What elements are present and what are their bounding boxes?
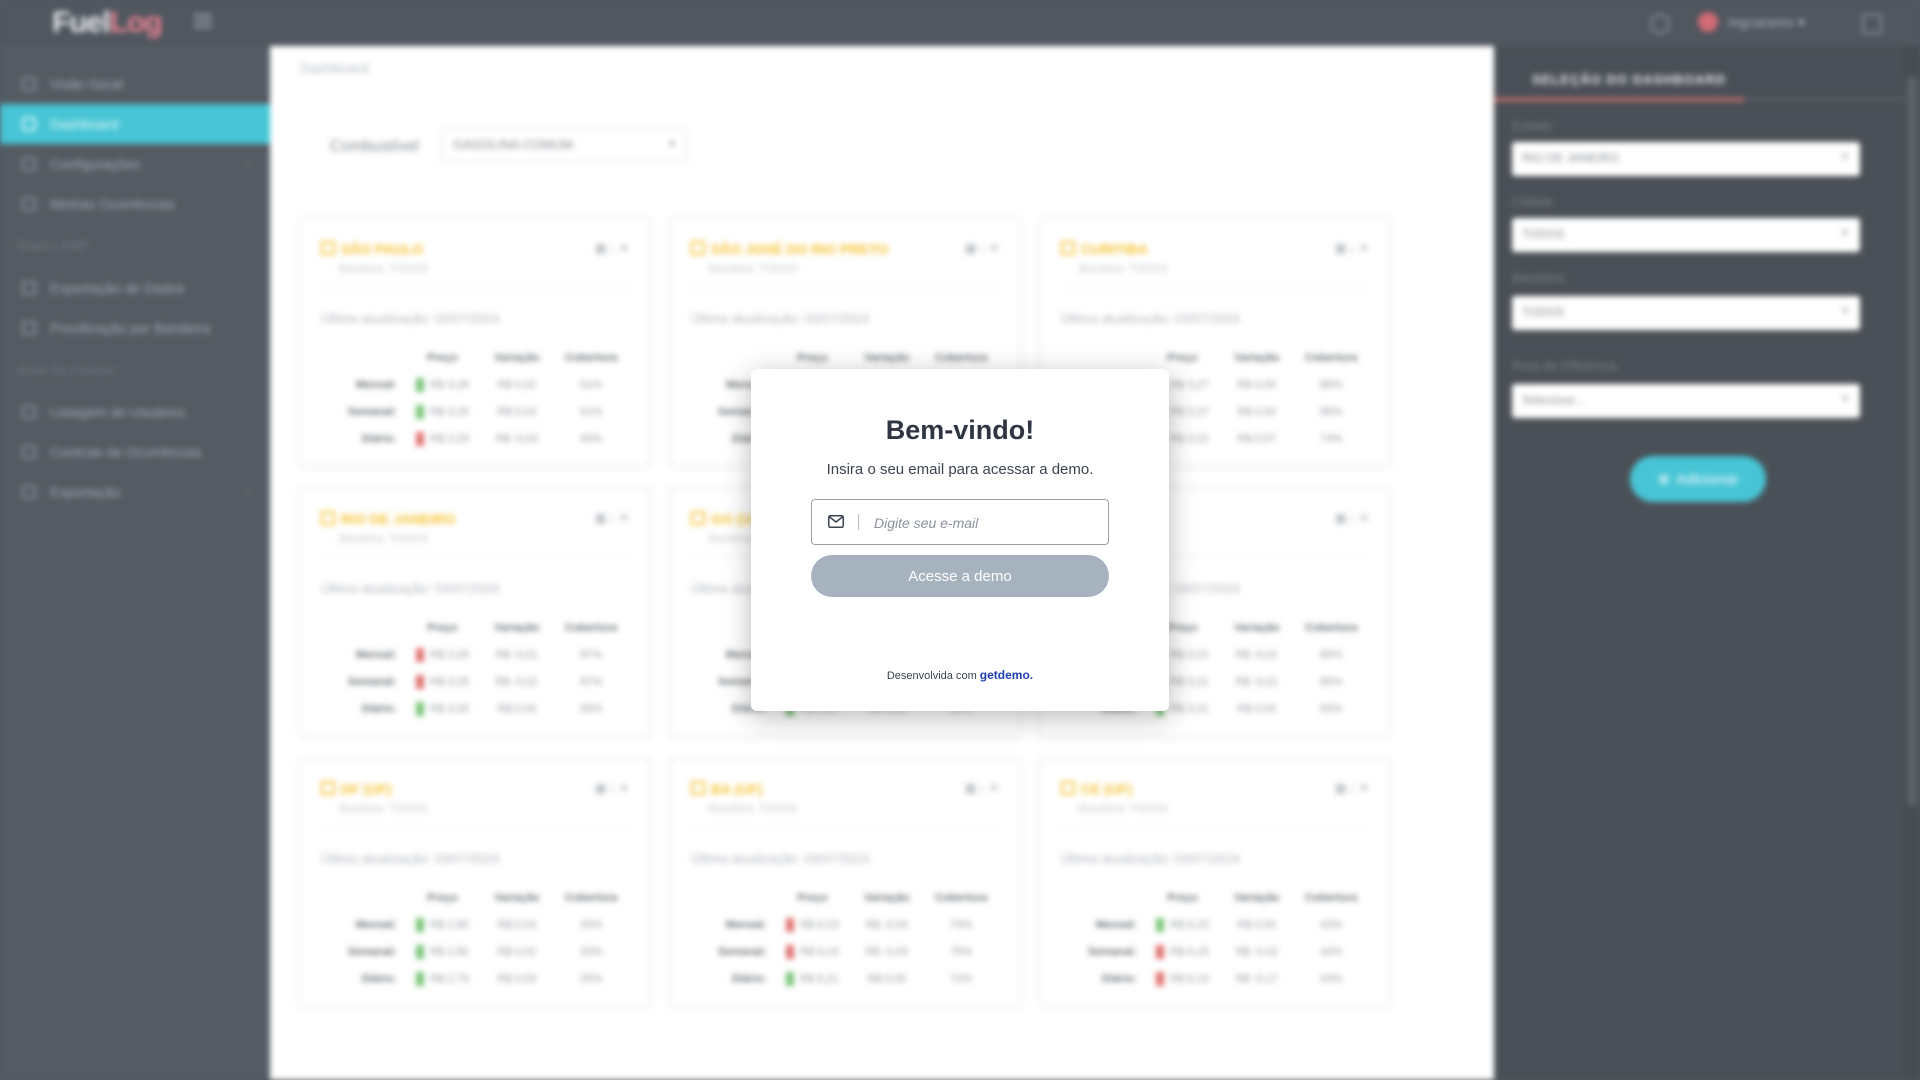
getdemo-link[interactable]: getdemo.: [980, 668, 1033, 682]
modal-subtitle: Insira o seu email para acessar a demo.: [826, 461, 1094, 478]
welcome-modal: Bem-vindo! Insira o seu email para acess…: [751, 369, 1169, 711]
mail-icon: [828, 515, 844, 528]
modal-title: Bem-vindo!: [885, 415, 1035, 445]
access-demo-button[interactable]: Acesse a demo: [811, 555, 1109, 597]
modal-footer: Desenvolvida com getdemo.: [886, 668, 1034, 682]
email-field[interactable]: [811, 499, 1109, 545]
email-input[interactable]: [872, 510, 1096, 536]
